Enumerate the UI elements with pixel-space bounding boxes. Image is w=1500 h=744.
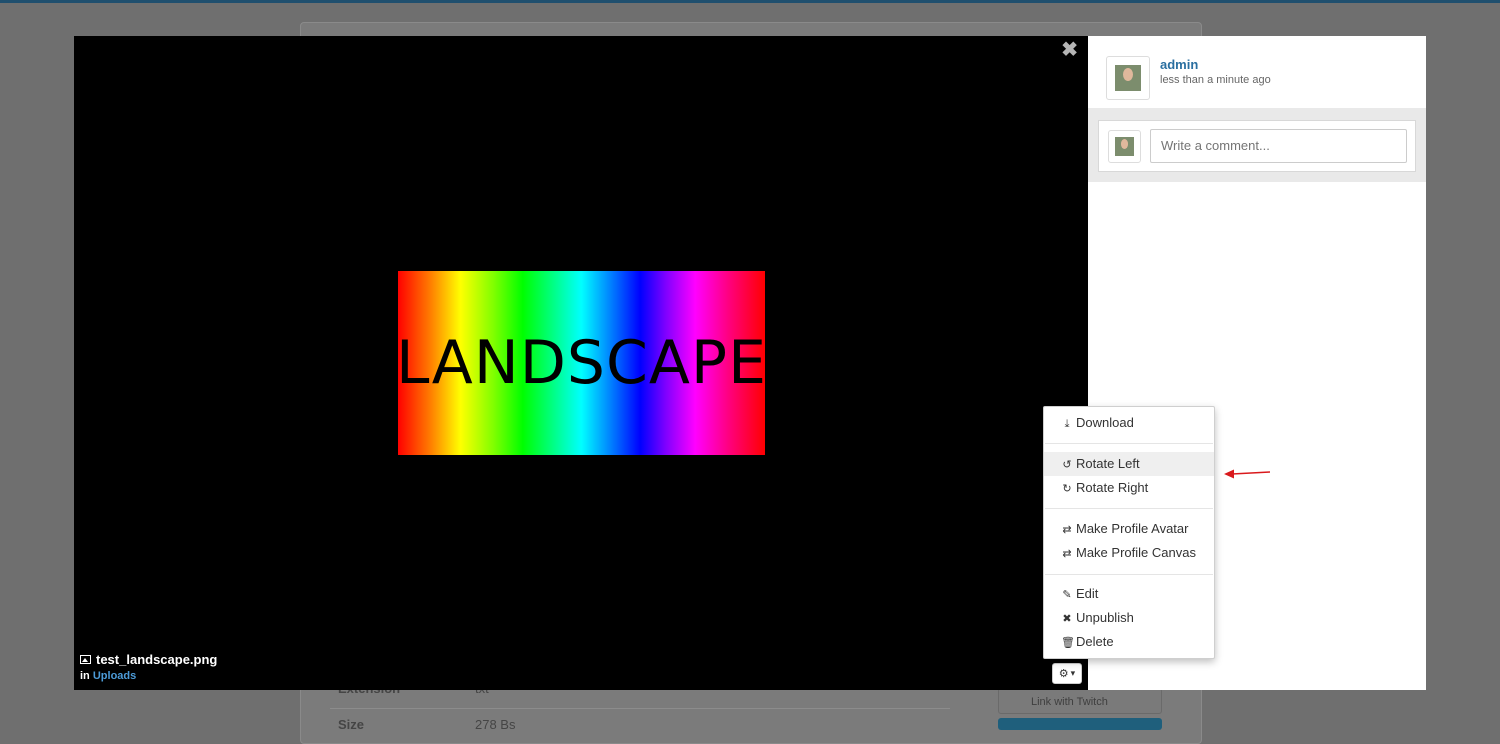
divider bbox=[1045, 508, 1213, 509]
folder-link[interactable]: Uploads bbox=[93, 670, 136, 682]
username-link[interactable]: admin bbox=[1160, 57, 1198, 72]
annotation-arrow-icon bbox=[1224, 469, 1270, 479]
image-caption: test_landscape.png in Uploads bbox=[80, 652, 217, 682]
settings-menu: ⤓ Download ↺ Rotate Left ↻ Rotate Right ⇄ Ma… bbox=[1043, 406, 1215, 659]
in-label: in bbox=[80, 670, 90, 682]
download-icon: ⤓ bbox=[1064, 418, 1070, 430]
menu-item-make-profile-canvas[interactable]: ⇄ Make Profile Canvas bbox=[1044, 541, 1214, 565]
image-viewer: ✖ LANDSCAPE test_landscape.png in Upload… bbox=[74, 36, 1088, 690]
folder-row: in Uploads bbox=[80, 670, 217, 682]
avatar bbox=[1108, 130, 1141, 163]
menu-item-label: Download bbox=[1076, 415, 1134, 430]
menu-item-label: Unpublish bbox=[1076, 610, 1134, 625]
trash-icon: 🗑 bbox=[1061, 637, 1075, 649]
menu-item-download[interactable]: ⤓ Download bbox=[1044, 411, 1214, 435]
menu-item-rotate-right[interactable]: ↻ Rotate Right bbox=[1044, 476, 1214, 500]
landscape-image: LANDSCAPE bbox=[395, 271, 768, 455]
row-value: 278 Bs bbox=[475, 717, 516, 732]
link-twitch-button[interactable]: Link with Twitch bbox=[998, 688, 1162, 714]
image-text: LANDSCAPE bbox=[395, 328, 768, 398]
comment-box bbox=[1098, 120, 1416, 172]
menu-item-label: Edit bbox=[1076, 586, 1099, 601]
divider bbox=[1045, 443, 1213, 444]
menu-item-label: Make Profile Canvas bbox=[1076, 545, 1196, 560]
menu-item-label: Make Profile Avatar bbox=[1076, 521, 1189, 536]
menu-item-unpublish[interactable]: ✖ Unpublish bbox=[1044, 606, 1214, 630]
menu-item-rotate-left[interactable]: ↺ Rotate Left bbox=[1044, 452, 1214, 476]
menu-item-edit[interactable]: ✎ Edit bbox=[1044, 582, 1214, 606]
divider bbox=[1045, 574, 1213, 575]
row-key: Size bbox=[338, 717, 365, 732]
avatar[interactable] bbox=[1106, 56, 1150, 100]
post-header: admin less than a minute ago bbox=[1088, 36, 1426, 109]
rotate-right-icon: ↻ bbox=[1062, 483, 1072, 495]
menu-item-label: Rotate Left bbox=[1076, 456, 1140, 471]
menu-item-label: Delete bbox=[1076, 634, 1114, 649]
gear-icon: ⚙ bbox=[1058, 668, 1069, 680]
table-row: Size 278 Bs bbox=[330, 708, 950, 739]
file-name: test_landscape.png bbox=[96, 652, 218, 667]
edit-icon: ✎ bbox=[1062, 589, 1072, 601]
comment-input[interactable] bbox=[1150, 129, 1407, 163]
remove-circle-icon: ✖ bbox=[1062, 613, 1072, 625]
file-name-row: test_landscape.png bbox=[80, 652, 217, 667]
comment-area bbox=[1088, 108, 1426, 182]
menu-item-delete[interactable]: 🗑Delete bbox=[1044, 630, 1214, 654]
close-icon[interactable]: ✖ bbox=[1061, 40, 1078, 60]
rotate-left-icon: ↺ bbox=[1062, 459, 1072, 471]
exchange-icon: ⇄ bbox=[1062, 548, 1072, 560]
primary-button bbox=[998, 718, 1162, 730]
settings-dropdown-button[interactable]: ⚙ ▾ bbox=[1052, 663, 1082, 684]
picture-icon bbox=[80, 655, 91, 664]
top-bar bbox=[0, 0, 1500, 3]
menu-item-label: Rotate Right bbox=[1076, 480, 1149, 495]
exchange-icon: ⇄ bbox=[1062, 524, 1072, 536]
timestamp: less than a minute ago bbox=[1160, 74, 1271, 86]
caret-down-icon: ▾ bbox=[1070, 668, 1076, 678]
menu-item-make-profile-avatar[interactable]: ⇄ Make Profile Avatar bbox=[1044, 517, 1214, 541]
